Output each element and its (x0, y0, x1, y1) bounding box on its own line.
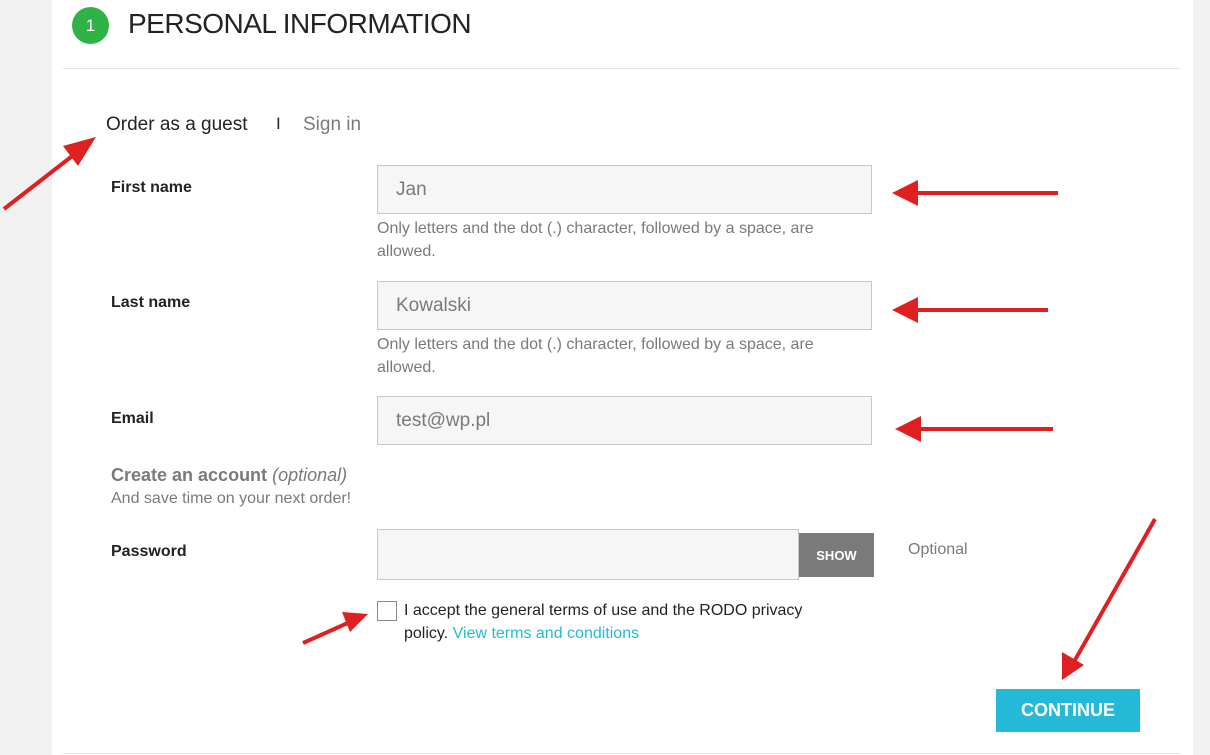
optional-tag: (optional) (272, 465, 348, 485)
first-name-field[interactable] (377, 165, 872, 214)
step-number-badge: 1 (72, 7, 109, 44)
tab-order-as-guest[interactable]: Order as a guest (106, 114, 248, 136)
last-name-field[interactable] (377, 281, 872, 330)
terms-checkbox[interactable] (377, 601, 397, 621)
password-field[interactable] (377, 529, 799, 580)
show-password-button[interactable]: SHOW (799, 533, 874, 577)
terms-link[interactable]: View terms and conditions (453, 625, 639, 642)
last-name-hint: Only letters and the dot (.) character, … (377, 336, 814, 376)
divider-bottom (63, 753, 1181, 754)
password-optional-note: Optional (908, 541, 968, 558)
last-name-label: Last name (111, 294, 191, 311)
first-name-hint: Only letters and the dot (.) character, … (377, 220, 814, 260)
create-account-subtitle: And save time on your next order! (111, 490, 352, 507)
email-field[interactable] (377, 396, 872, 445)
continue-button[interactable]: CONTINUE (996, 689, 1140, 732)
create-account-label: Create an account (111, 465, 268, 485)
email-label: Email (111, 410, 154, 427)
section-title: PERSONAL INFORMATION (128, 8, 472, 39)
tab-sign-in[interactable]: Sign in (303, 114, 361, 136)
password-label: Password (111, 543, 187, 560)
create-account-title: Create an account (optional) (111, 465, 347, 486)
first-name-label: First name (111, 179, 192, 196)
terms-text: I accept the general terms of use and th… (404, 599, 844, 645)
tab-separator: I (276, 114, 281, 133)
divider (63, 68, 1181, 69)
